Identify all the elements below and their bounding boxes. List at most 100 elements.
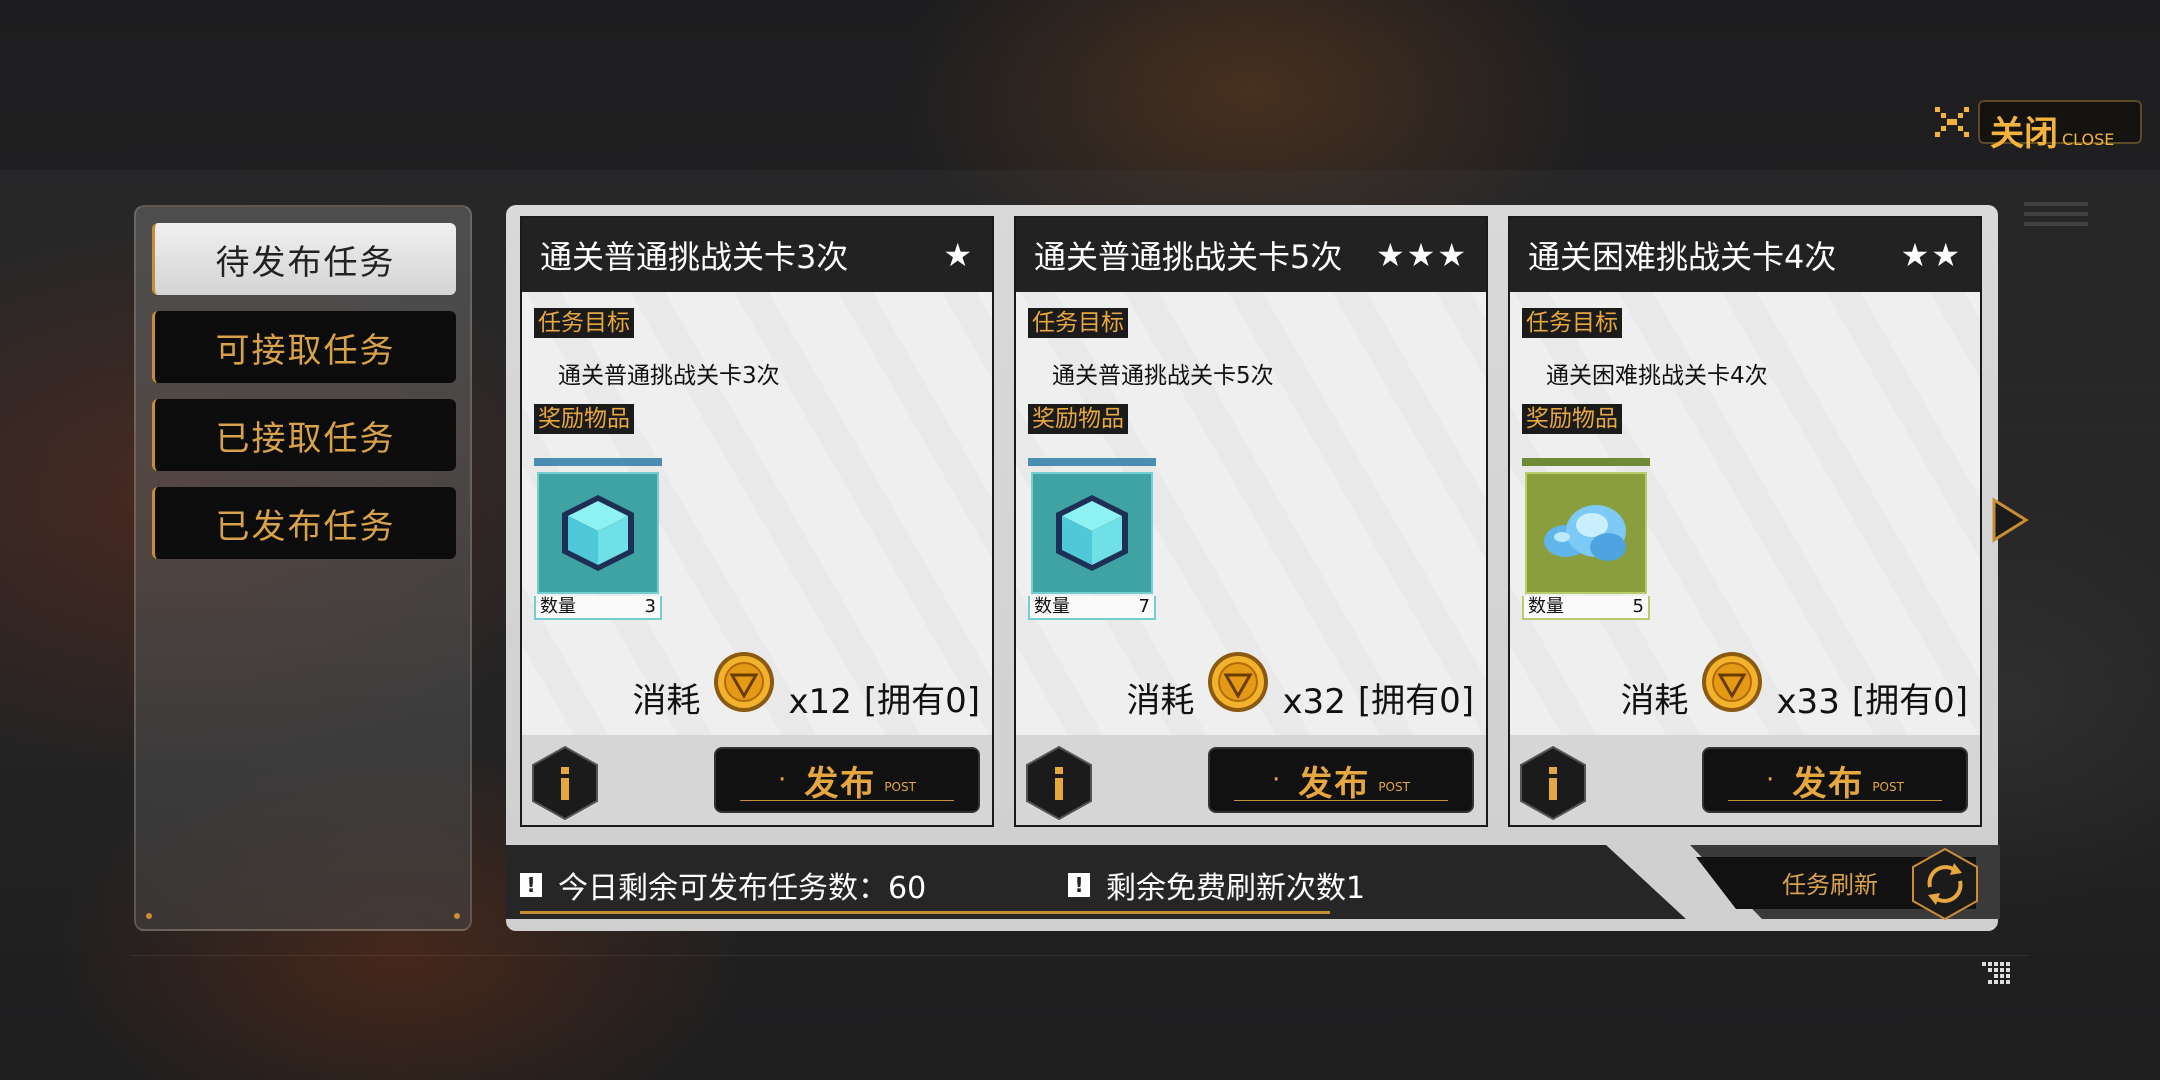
dot-icon: · — [1766, 765, 1775, 795]
card-title: 通关普通挑战关卡3次 — [540, 238, 849, 276]
post-label-en: POST — [884, 780, 916, 794]
quantity-label: 数量 — [1528, 596, 1564, 617]
cost-row: 消耗 x32 [拥有0] — [1126, 652, 1474, 722]
sidebar-item-label: 已接取任务 — [215, 418, 396, 459]
grid-icon — [1982, 962, 2010, 984]
card-footer: · 发布 POST — [522, 735, 992, 825]
sidebar-item-label: 可接取任务 — [215, 330, 396, 371]
post-label-en: POST — [1378, 780, 1410, 794]
goal-tag: 任务目标 — [534, 308, 634, 338]
post-underline — [1234, 800, 1448, 801]
reward-item[interactable]: 数量 3 — [534, 458, 662, 624]
free-refresh: ! 剩余免费刷新次数1 — [1068, 863, 1365, 907]
daily-remaining-text: 今日剩余可发布任务数：60 — [558, 871, 927, 906]
post-label-en: POST — [1872, 780, 1904, 794]
cost-row: 消耗 x12 [拥有0] — [632, 652, 980, 722]
reward-rarity-bar — [1028, 458, 1156, 466]
sidebar-item-label: 已发布任务 — [215, 506, 396, 547]
post-underline — [740, 800, 954, 801]
close-label[interactable]: 关闭 CLOSE — [1978, 100, 2142, 154]
goal-text: 通关困难挑战关卡4次 — [1546, 363, 1768, 389]
task-card: 通关普通挑战关卡3次 ★ 任务目标 通关普通挑战关卡3次 奖励物品 数量 3 消… — [520, 216, 994, 827]
card-footer: · 发布 POST — [1016, 735, 1486, 825]
quantity-label: 数量 — [540, 596, 576, 617]
reward-item[interactable]: 数量 5 — [1522, 458, 1650, 624]
card-header: 通关普通挑战关卡5次 ★★★ — [1016, 218, 1486, 292]
corner-dot — [454, 913, 460, 919]
card-title: 通关普通挑战关卡5次 — [1034, 238, 1343, 276]
coin-icon — [714, 652, 775, 712]
cost-row: 消耗 x33 [拥有0] — [1620, 652, 1968, 722]
post-button[interactable]: · 发布 POST — [1702, 747, 1968, 813]
decorative-lines — [2024, 202, 2088, 226]
cube-icon — [1031, 472, 1153, 594]
close-label-cn: 关闭 — [1990, 114, 2058, 154]
info-icon[interactable] — [530, 745, 600, 821]
sidebar-item-pending[interactable]: 待发布任务 — [152, 223, 456, 295]
daily-remaining: ! 今日剩余可发布任务数：60 — [520, 863, 926, 907]
sidebar-item-published[interactable]: 已发布任务 — [152, 487, 456, 559]
coin-icon — [1702, 652, 1763, 712]
reward-tag: 奖励物品 — [1522, 404, 1622, 434]
owned-count: [拥有0] — [863, 681, 980, 721]
task-card: 通关普通挑战关卡5次 ★★★ 任务目标 通关普通挑战关卡5次 奖励物品 数量 7… — [1014, 216, 1488, 827]
dot-icon: · — [778, 765, 787, 795]
info-icon[interactable] — [1518, 745, 1588, 821]
exclamation-icon: ! — [520, 873, 542, 897]
reward-quantity: 数量 5 — [1522, 596, 1650, 620]
cost-label: 消耗 — [1126, 681, 1195, 721]
quantity-value: 5 — [1632, 596, 1644, 617]
close-label-en: CLOSE — [2062, 130, 2115, 149]
cost-value: x33 — [1776, 682, 1840, 722]
sidebar-item-accepted[interactable]: 已接取任务 — [152, 399, 456, 471]
sidebar-item-available[interactable]: 可接取任务 — [152, 311, 456, 383]
cube-icon — [537, 472, 659, 594]
goal-tag: 任务目标 — [1028, 308, 1128, 338]
quantity-label: 数量 — [1034, 596, 1070, 617]
cost-value: x12 — [788, 682, 852, 722]
cost-value: x32 — [1282, 682, 1346, 722]
task-card: 通关困难挑战关卡4次 ★★ 任务目标 通关困难挑战关卡4次 奖励物品 数量 5 — [1508, 216, 1982, 827]
difficulty-stars: ★★ — [1900, 236, 1962, 274]
post-button[interactable]: · 发布 POST — [714, 747, 980, 813]
reward-quantity: 数量 7 — [1028, 596, 1156, 620]
quantity-value: 3 — [644, 596, 656, 617]
cost-label: 消耗 — [1620, 681, 1689, 721]
divider — [130, 955, 2030, 956]
difficulty-stars: ★★★ — [1375, 236, 1468, 274]
post-label-cn: 发布 — [1792, 763, 1865, 804]
card-footer: · 发布 POST — [1510, 735, 1980, 825]
refresh-label[interactable]: 任务刷新 — [1782, 865, 1878, 900]
status-bar: ! 今日剩余可发布任务数：60 ! 剩余免费刷新次数1 — [506, 845, 1686, 919]
reward-rarity-bar — [1522, 458, 1650, 466]
crystal-icon — [1525, 472, 1647, 594]
owned-count: [拥有0] — [1357, 681, 1474, 721]
difficulty-stars: ★ — [943, 236, 974, 274]
task-panel: 通关普通挑战关卡3次 ★ 任务目标 通关普通挑战关卡3次 奖励物品 数量 3 消… — [506, 205, 2000, 931]
coin-icon — [1208, 652, 1269, 712]
close-icon — [1930, 100, 1974, 144]
goal-text: 通关普通挑战关卡3次 — [558, 363, 780, 389]
reward-item[interactable]: 数量 7 — [1028, 458, 1156, 624]
info-icon[interactable] — [1024, 745, 1094, 821]
post-label-cn: 发布 — [1298, 763, 1371, 804]
close-button[interactable]: 关闭 CLOSE — [1930, 100, 2142, 154]
next-page-arrow-icon[interactable] — [1990, 496, 2030, 544]
exclamation-icon: ! — [1068, 873, 1090, 897]
corner-dot — [146, 913, 152, 919]
cost-label: 消耗 — [632, 681, 701, 721]
post-label-cn: 发布 — [804, 763, 877, 804]
card-header: 通关困难挑战关卡4次 ★★ — [1510, 218, 1980, 292]
goal-text: 通关普通挑战关卡5次 — [1052, 363, 1274, 389]
reward-tag: 奖励物品 — [1028, 404, 1128, 434]
progress-underline — [520, 911, 1330, 914]
quantity-value: 7 — [1138, 596, 1150, 617]
card-header: 通关普通挑战关卡3次 ★ — [522, 218, 992, 292]
refresh-icon[interactable] — [1910, 847, 1980, 921]
dot-icon: · — [1272, 765, 1281, 795]
goal-tag: 任务目标 — [1522, 308, 1622, 338]
owned-count: [拥有0] — [1851, 681, 1968, 721]
post-button[interactable]: · 发布 POST — [1208, 747, 1474, 813]
reward-tag: 奖励物品 — [534, 404, 634, 434]
reward-quantity: 数量 3 — [534, 596, 662, 620]
